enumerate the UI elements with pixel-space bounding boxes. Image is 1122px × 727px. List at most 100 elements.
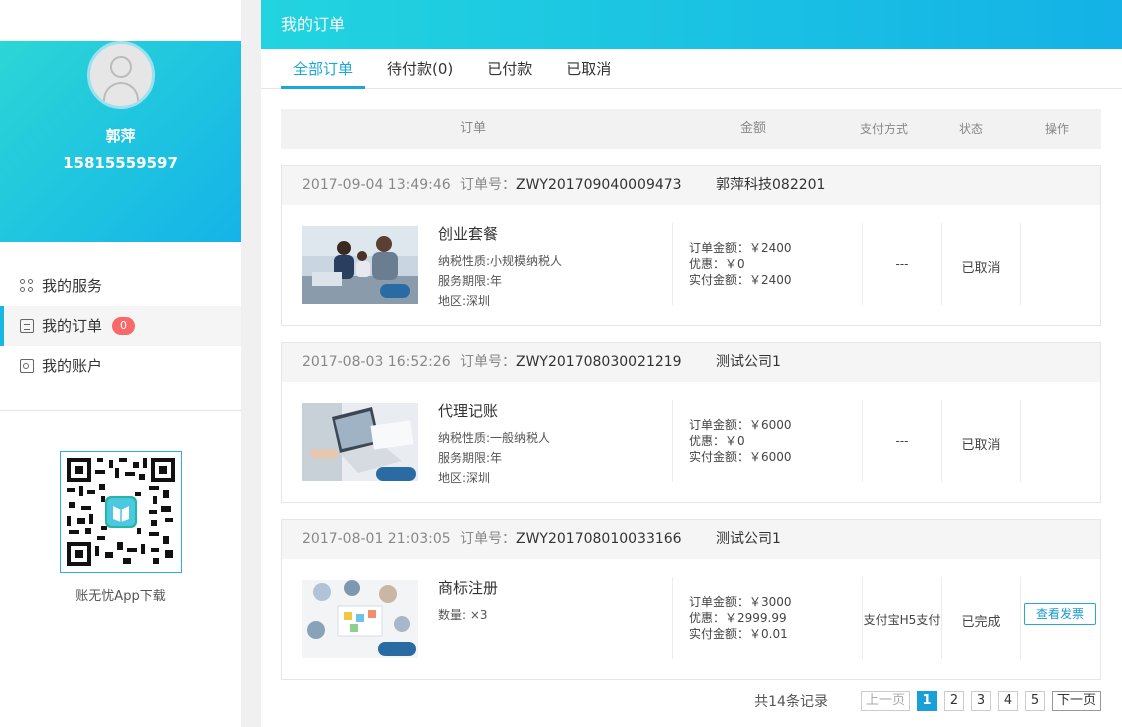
order-time: 2017-08-01 21:03:05 [302, 531, 451, 547]
order-status: 已取消 [961, 261, 1001, 276]
order-number: ZWY201709040009473 [516, 177, 682, 193]
sidebar-divider [0, 410, 241, 411]
order-company: 测试公司1 [716, 354, 781, 370]
product-detail-line: 地区:深圳 [438, 294, 491, 308]
order-card-body: 代理记账 纳税性质:一般纳税人 服务期限:年 地区:深圳 订单金额：￥6000 … [282, 382, 1100, 502]
sidebar-menu: 我的服务 我的订单 0 我的账户 [0, 266, 241, 386]
order-card-header: 2017-08-01 21:03:05 订单号： ZWY201708010033… [282, 520, 1100, 559]
product-name[interactable]: 商标注册 [438, 577, 498, 598]
order-discount: 优惠：￥0 [689, 434, 745, 448]
column-divider [672, 577, 673, 659]
product-name[interactable]: 代理记账 [438, 400, 498, 421]
orders-table-header: 订单 金额 支付方式 状态 操作 [281, 109, 1101, 149]
order-card: 2017-08-03 16:52:26 订单号： ZWY201708030021… [281, 342, 1101, 503]
next-page-button[interactable]: 下一页 [1051, 691, 1101, 711]
order-total: 订单金额：￥6000 [689, 418, 792, 432]
avatar-body-shape [102, 82, 139, 102]
product-name[interactable]: 创业套餐 [438, 223, 498, 244]
order-card-header: 2017-09-04 13:49:46 订单号： ZWY201709040009… [282, 166, 1100, 205]
record-count: 共14条记录 [754, 694, 828, 710]
order-discount: 优惠：￥0 [689, 257, 745, 271]
order-card: 2017-08-01 21:03:05 订单号： ZWY201708010033… [281, 519, 1101, 680]
product-thumbnail[interactable] [302, 226, 418, 304]
page-button-1[interactable]: 1 [916, 691, 937, 711]
order-no-label: 订单号： [460, 177, 516, 193]
product-detail-line: 纳税性质:小规模纳税人 [438, 254, 563, 268]
payment-method: --- [895, 257, 909, 271]
document-icon [20, 319, 34, 333]
view-invoice-button[interactable]: 查看发票 [1024, 603, 1096, 625]
services-icon [20, 279, 34, 293]
product-detail-line: 纳税性质:一般纳税人 [438, 431, 551, 445]
user-phone: 15815559597 [63, 154, 178, 172]
column-header-payment: 支付方式 [860, 122, 909, 136]
profile-card: 郭萍 15815559597 [0, 41, 241, 242]
column-header-status: 状态 [959, 122, 984, 136]
order-time: 2017-08-03 16:52:26 [302, 354, 451, 370]
page-button-3[interactable]: 3 [970, 691, 991, 711]
column-header-action: 操作 [1045, 122, 1070, 136]
order-number: ZWY201708010033166 [516, 531, 682, 547]
account-card-icon [20, 359, 34, 373]
order-company: 郭萍科技082201 [716, 177, 826, 193]
column-divider [1020, 577, 1021, 659]
product-photo-meeting [302, 226, 418, 304]
product-details: 纳税性质:小规模纳税人 服务期限:年 地区:深圳 [438, 251, 562, 311]
order-total: 订单金额：￥3000 [689, 595, 792, 609]
app-download: 账无忧App下载 [0, 451, 241, 604]
order-card-body: 创业套餐 纳税性质:小规模纳税人 服务期限:年 地区:深圳 订单金额：￥2400… [282, 205, 1100, 325]
main-content: 我的订单 全部订单 待付款(0) 已付款 已取消 订单 金额 支付方式 状态 操… [261, 0, 1122, 727]
tab-cancelled[interactable]: 已取消 [554, 49, 623, 89]
sidebar: 郭萍 15815559597 我的服务 我的订单 0 我的账户 账无忧App下载 [0, 0, 241, 727]
sidebar-item-orders[interactable]: 我的订单 0 [0, 306, 241, 346]
column-divider [672, 223, 673, 305]
sidebar-item-label: 我的账户 [42, 357, 103, 375]
qr-code-graphic [64, 456, 177, 568]
tab-all-orders[interactable]: 全部订单 [281, 49, 366, 89]
payment-method: --- [895, 434, 909, 448]
user-name: 郭萍 [105, 127, 136, 145]
order-number: ZWY201708030021219 [516, 354, 682, 370]
order-paid-amount: 实付金额：￥6000 [689, 450, 792, 464]
order-count-badge: 0 [112, 317, 136, 335]
order-paid-amount: 实付金额：￥0.01 [689, 627, 788, 641]
order-amounts: 订单金额：￥3000 优惠：￥2999.99 实付金额：￥0.01 [689, 594, 792, 642]
column-divider [1020, 400, 1021, 482]
pagination: 共14条记录 上一页 1 2 3 4 5 下一页 [754, 690, 1101, 712]
order-tabs: 全部订单 待付款(0) 已付款 已取消 [261, 49, 1122, 89]
product-thumbnail[interactable] [302, 580, 418, 658]
qr-caption: 账无忧App下载 [75, 589, 166, 604]
tab-paid[interactable]: 已付款 [475, 49, 544, 89]
column-header-amount: 金额 [740, 121, 767, 136]
order-amounts: 订单金额：￥2400 优惠：￥0 实付金额：￥2400 [689, 240, 792, 288]
sidebar-item-label: 我的服务 [42, 277, 103, 295]
page-button-4[interactable]: 4 [997, 691, 1018, 711]
sidebar-item-label: 我的订单 [42, 317, 103, 335]
product-thumbnail[interactable] [302, 403, 418, 481]
sidebar-item-account[interactable]: 我的账户 [0, 346, 241, 386]
product-photo-teamwork [302, 580, 418, 658]
order-status: 已完成 [961, 615, 1001, 630]
order-total: 订单金额：￥2400 [689, 241, 792, 255]
order-time: 2017-09-04 13:49:46 [302, 177, 451, 193]
column-divider [1020, 223, 1021, 305]
order-company: 测试公司1 [716, 531, 781, 547]
prev-page-button[interactable]: 上一页 [860, 691, 910, 711]
column-divider [672, 400, 673, 482]
avatar[interactable] [86, 41, 155, 109]
product-detail-line: 服务期限:年 [438, 274, 503, 288]
order-card-body: 商标注册 数量: ×3 订单金额：￥3000 优惠：￥2999.99 实付金额：… [282, 559, 1100, 679]
order-no-label: 订单号： [460, 531, 516, 547]
product-details: 数量: ×3 [438, 605, 488, 625]
product-details: 纳税性质:一般纳税人 服务期限:年 地区:深圳 [438, 428, 550, 488]
page-title: 我的订单 [261, 0, 1122, 49]
order-no-label: 订单号： [460, 354, 516, 370]
tab-pending-payment[interactable]: 待付款(0) [375, 49, 465, 89]
page-button-5[interactable]: 5 [1024, 691, 1045, 711]
page-button-2[interactable]: 2 [943, 691, 964, 711]
payment-method: 支付宝H5支付 [863, 613, 941, 627]
order-status: 已取消 [961, 438, 1001, 453]
sidebar-item-services[interactable]: 我的服务 [0, 266, 241, 306]
product-detail-line: 服务期限:年 [438, 451, 503, 465]
avatar-head-shape [109, 56, 132, 78]
